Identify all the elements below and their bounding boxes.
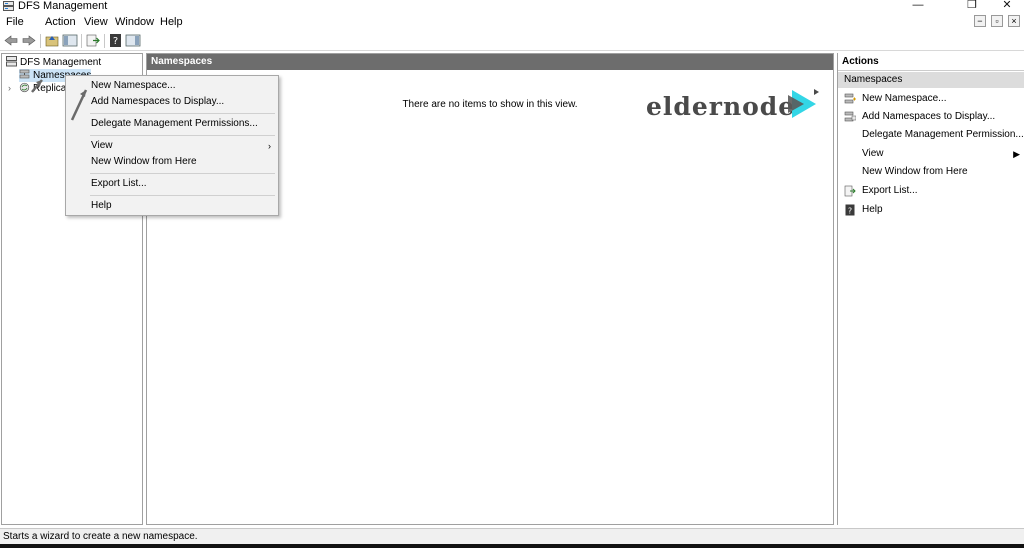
action-label: Delegate Management Permission... [862,129,1024,140]
action-help[interactable]: ? Help [838,202,1024,218]
forward-icon[interactable] [21,33,37,48]
toolbar-separator [40,34,41,48]
menu-item-add-namespaces[interactable]: Add Namespaces to Display... [66,94,278,110]
minimize-button[interactable]: — [904,0,932,12]
dfs-management-icon [6,56,17,67]
watermark-text: eldernode [646,92,796,121]
action-label: New Window from Here [862,166,968,177]
menu-item-new-namespace[interactable]: New Namespace... [66,78,278,94]
child-restore-button[interactable]: ▫ [990,15,1003,27]
action-label: View [862,148,884,159]
export-icon[interactable] [85,33,101,48]
child-close-button[interactable]: × [1008,15,1020,27]
add-namespaces-icon [844,111,856,122]
menu-separator [90,135,275,136]
restore-button[interactable]: ❐ [958,0,986,12]
action-delegate-management-permission[interactable]: Delegate Management Permission... [838,127,1024,143]
actions-pane: Actions Namespaces New Namespace... Add … [837,53,1024,525]
menu-item-export-list[interactable]: Export List... [66,176,278,192]
menu-help[interactable]: Help [160,16,183,28]
dfs-app-icon [3,1,14,11]
status-text: Starts a wizard to create a new namespac… [3,531,198,542]
taskbar-strip [0,544,1024,548]
menu-window[interactable]: Window [115,16,154,28]
action-label: New Namespace... [862,93,947,104]
play-arrow-icon [788,89,819,118]
new-namespace-icon [844,93,856,104]
help-icon[interactable]: ? [108,33,124,48]
action-new-window-from-here[interactable]: New Window from Here [838,164,1024,180]
actions-section-namespaces[interactable]: Namespaces [838,72,1024,88]
annotation-arrows [31,79,88,121]
submenu-arrow-icon: ▶ [1013,149,1020,159]
child-window-controls: − ▫ × [972,15,1020,28]
svg-text:?: ? [113,36,118,47]
action-export-list[interactable]: Export List... [838,183,1024,199]
menu-bar: File Action View Window Help − ▫ × [0,14,1024,30]
eldernode-watermark-logo: eldernode [646,86,826,126]
title-bar: DFS Management — ❐ ✕ [0,0,1024,13]
menu-item-new-window[interactable]: New Window from Here [66,154,278,170]
menu-item-label: View [91,140,113,151]
menu-action[interactable]: Action [45,16,76,28]
results-pane-header: Namespaces [147,54,833,70]
action-label: Add Namespaces to Display... [862,111,996,122]
tree-root-dfs-management[interactable]: DFS Management [6,56,101,69]
actions-pane-title: Actions [838,53,1024,71]
child-minimize-button[interactable]: − [973,15,986,27]
toolbar-separator [81,34,82,48]
action-label: Export List... [862,185,918,196]
close-button[interactable]: ✕ [993,0,1021,12]
menu-separator [90,113,275,114]
action-new-namespace[interactable]: New Namespace... [838,91,1024,107]
help-icon: ? [845,204,855,216]
action-view[interactable]: View ▶ [838,146,1024,162]
tree-root-label: DFS Management [20,57,102,68]
svg-text:?: ? [848,207,852,216]
menu-item-delegate-permissions[interactable]: Delegate Management Permissions... [66,116,278,132]
menu-file[interactable]: File [6,16,24,28]
show-hide-tree-icon[interactable] [62,33,78,48]
context-menu: New Namespace... Add Namespaces to Displ… [65,75,279,216]
toolbar-separator [104,34,105,48]
menu-item-view[interactable]: View › [66,138,278,154]
action-add-namespaces-to-display[interactable]: Add Namespaces to Display... [838,109,1024,125]
toolbar: ? [0,31,1024,51]
action-label: Help [862,204,883,215]
status-bar: Starts a wizard to create a new namespac… [0,528,1024,544]
menu-separator [90,195,275,196]
window-title: DFS Management [18,0,108,12]
show-action-pane-icon[interactable] [125,33,141,48]
up-folder-icon[interactable] [44,33,60,48]
menu-item-help[interactable]: Help [66,198,278,214]
menu-view[interactable]: View [84,16,108,28]
tree-expander-replication[interactable]: › [8,83,11,93]
submenu-arrow-icon: › [268,141,271,151]
menu-separator [90,173,275,174]
back-icon[interactable] [3,33,19,48]
export-list-icon [844,185,856,197]
